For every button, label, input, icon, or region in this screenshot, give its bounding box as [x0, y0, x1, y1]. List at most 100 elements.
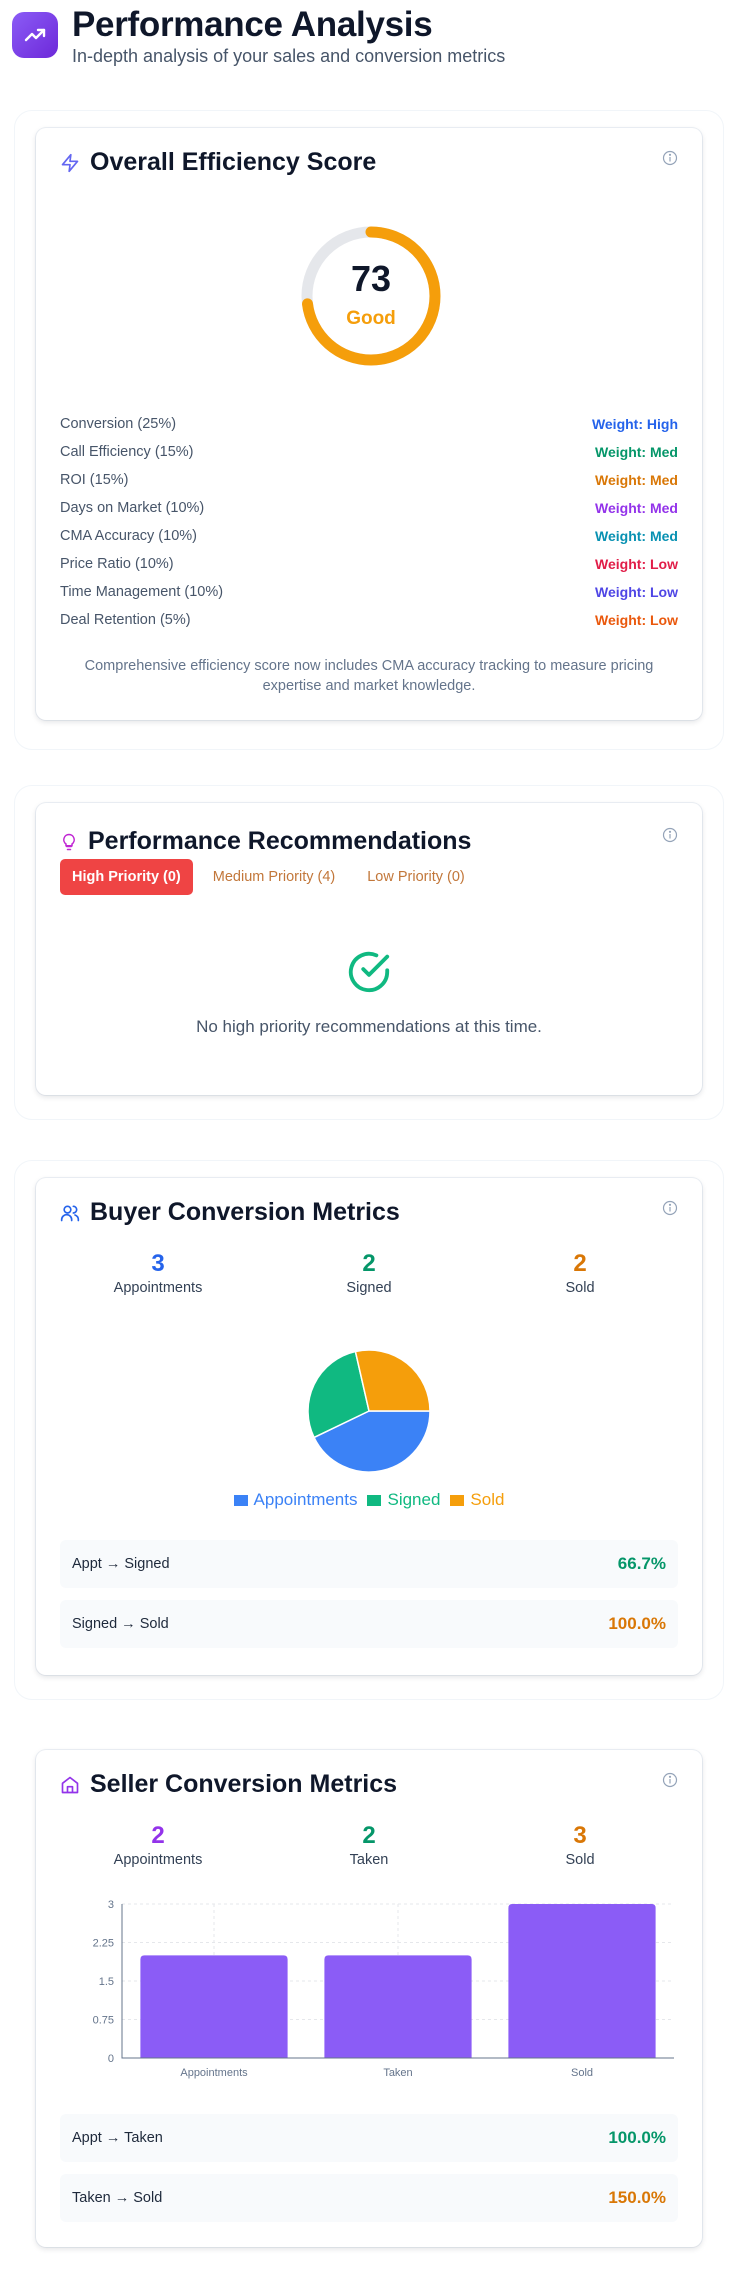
- page-title: Performance Analysis: [72, 5, 433, 44]
- weight-factor-name: Time Management (10%): [60, 584, 224, 600]
- weight-factor-name: Call Efficiency (15%): [60, 444, 194, 460]
- y-tick-label: 0: [108, 2053, 114, 2065]
- stat-label: Taken: [349, 1852, 389, 1868]
- seller-stat-taken: 2 Taken: [269, 1822, 469, 1868]
- buyer-pie-chart: [307, 1349, 431, 1473]
- stat-label: Sold: [565, 1852, 595, 1868]
- seller-stat-sold: 3 Sold: [480, 1822, 680, 1868]
- weight-row: ROI (15%) Weight: Med: [60, 472, 678, 500]
- rate-label: Signed → Sold: [72, 1616, 169, 1632]
- weight-factor-name: Deal Retention (5%): [60, 612, 191, 628]
- trending-up-icon: [12, 12, 58, 58]
- stat-label: Appointments: [113, 1280, 203, 1296]
- efficiency-card: Overall Efficiency Score 73 Good Convers…: [36, 128, 702, 720]
- rate-value: 100.0%: [608, 1614, 666, 1633]
- tab-high-priority[interactable]: High Priority (0): [60, 859, 193, 895]
- stat-value: 2: [573, 1250, 587, 1277]
- legend-item[interactable]: Signed: [367, 1490, 440, 1510]
- recommendations-card: Performance Recommendations High Priorit…: [36, 803, 702, 1095]
- legend-label: Appointments: [253, 1490, 358, 1509]
- weight-level: Weight: Low: [595, 584, 678, 600]
- buyer-card-title: Buyer Conversion Metrics: [60, 1198, 400, 1227]
- info-icon[interactable]: [662, 1772, 678, 1788]
- weight-row: Price Ratio (10%) Weight: Low: [60, 556, 678, 584]
- legend-label: Signed: [387, 1490, 441, 1509]
- weight-level: Weight: Med: [595, 500, 678, 516]
- legend-swatch: [450, 1494, 465, 1506]
- x-tick-label: Appointments: [180, 2067, 248, 2079]
- weight-row: Conversion (25%) Weight: High: [60, 416, 678, 444]
- rate-label: Taken → Sold: [72, 2190, 163, 2206]
- stat-value: 3: [151, 1250, 165, 1277]
- weight-row: Call Efficiency (15%) Weight: Med: [60, 444, 678, 472]
- priority-tabs: High Priority (0) Medium Priority (4) Lo…: [60, 859, 477, 895]
- efficiency-card-title: Overall Efficiency Score: [60, 148, 376, 177]
- buyer-stat-signed: 2 Signed: [269, 1250, 469, 1296]
- weight-factor-name: Conversion (25%): [60, 416, 177, 432]
- seller-card-title: Seller Conversion Metrics: [60, 1770, 397, 1799]
- legend-item[interactable]: Appointments: [233, 1490, 358, 1510]
- weight-level: Weight: High: [591, 416, 678, 432]
- seller-stat-appointments: 2 Appointments: [58, 1822, 258, 1868]
- buyer-stat-sold: 2 Sold: [480, 1250, 680, 1296]
- info-icon[interactable]: [662, 827, 678, 843]
- rate-row: Appt → Taken 100.0%: [60, 2114, 678, 2162]
- weight-factor-name: Days on Market (10%): [60, 500, 205, 516]
- bar-sold[interactable]: [508, 1904, 656, 2058]
- rate-label: Appt → Taken: [72, 2130, 163, 2146]
- x-tick-label: Sold: [571, 2067, 593, 2079]
- bar-taken[interactable]: [324, 1955, 472, 2058]
- rate-value: 66.7%: [617, 1554, 666, 1573]
- weight-level: Weight: Med: [595, 472, 678, 488]
- weight-factor-name: ROI (15%): [60, 472, 129, 488]
- lightning-icon: [61, 153, 79, 172]
- efficiency-score: 73: [350, 258, 392, 299]
- stat-value: 2: [362, 1822, 376, 1849]
- info-icon[interactable]: [662, 1200, 678, 1216]
- recommendations-card-title: Performance Recommendations: [60, 827, 471, 856]
- buyer-stat-appointments: 3 Appointments: [58, 1250, 258, 1296]
- stat-value: 3: [573, 1822, 587, 1849]
- weight-factor-name: Price Ratio (10%): [60, 556, 174, 572]
- home-icon: [61, 1776, 79, 1793]
- efficiency-rating: Good: [346, 308, 396, 329]
- weight-level: Weight: Med: [595, 528, 678, 544]
- y-tick-label: 0.75: [93, 2015, 114, 2027]
- users-icon: [60, 1205, 80, 1221]
- page-header: Performance Analysis In-depth analysis o…: [12, 4, 505, 67]
- legend-item[interactable]: Sold: [450, 1490, 504, 1510]
- check-circle-icon: [348, 951, 390, 993]
- y-tick-label: 2.25: [93, 1938, 114, 1950]
- stat-label: Appointments: [113, 1852, 203, 1868]
- weight-level: Weight: Med: [595, 444, 678, 460]
- seller-metrics-card: Seller Conversion Metrics 2 Appointments…: [36, 1750, 702, 2247]
- tab-low-priority[interactable]: Low Priority (0): [355, 859, 477, 895]
- rate-label: Appt → Signed: [72, 1556, 170, 1572]
- tab-medium-priority[interactable]: Medium Priority (4): [201, 859, 347, 895]
- stat-value: 2: [151, 1822, 165, 1849]
- bar-appointments[interactable]: [140, 1955, 288, 2058]
- info-icon[interactable]: [662, 150, 678, 166]
- stat-label: Sold: [565, 1280, 595, 1296]
- weight-row: CMA Accuracy (10%) Weight: Med: [60, 528, 678, 556]
- legend-swatch: [367, 1494, 382, 1506]
- rate-row: Taken → Sold 150.0%: [60, 2174, 678, 2222]
- lightbulb-icon: [63, 833, 75, 850]
- y-tick-label: 1.5: [99, 1976, 114, 1988]
- weight-factor-name: CMA Accuracy (10%): [60, 528, 197, 544]
- weight-list: Conversion (25%) Weight: High Call Efficie…: [60, 416, 678, 640]
- efficiency-note: Comprehensive efficiency score now inclu…: [84, 658, 654, 694]
- legend-swatch: [233, 1494, 248, 1506]
- weight-row: Time Management (10%) Weight: Low: [60, 584, 678, 612]
- pie-slice-sold[interactable]: [354, 1349, 431, 1412]
- legend-label: Sold: [470, 1490, 505, 1509]
- page-subtitle: In-depth analysis of your sales and conv…: [72, 46, 506, 66]
- rate-value: 100.0%: [608, 2128, 666, 2147]
- empty-recommendations-message: No high priority recommendations at this…: [196, 1017, 542, 1036]
- x-tick-label: Taken: [383, 2067, 412, 2079]
- weight-row: Deal Retention (5%) Weight: Low: [60, 612, 678, 640]
- rate-value: 150.0%: [608, 2188, 666, 2207]
- rate-row: Signed → Sold 100.0%: [60, 1600, 678, 1648]
- buyer-metrics-card: Buyer Conversion Metrics 3 Appointments …: [36, 1178, 702, 1675]
- seller-bar-chart: 0 0.75 1.5 2.25 3 Appointments Taken Sold: [93, 1899, 674, 2079]
